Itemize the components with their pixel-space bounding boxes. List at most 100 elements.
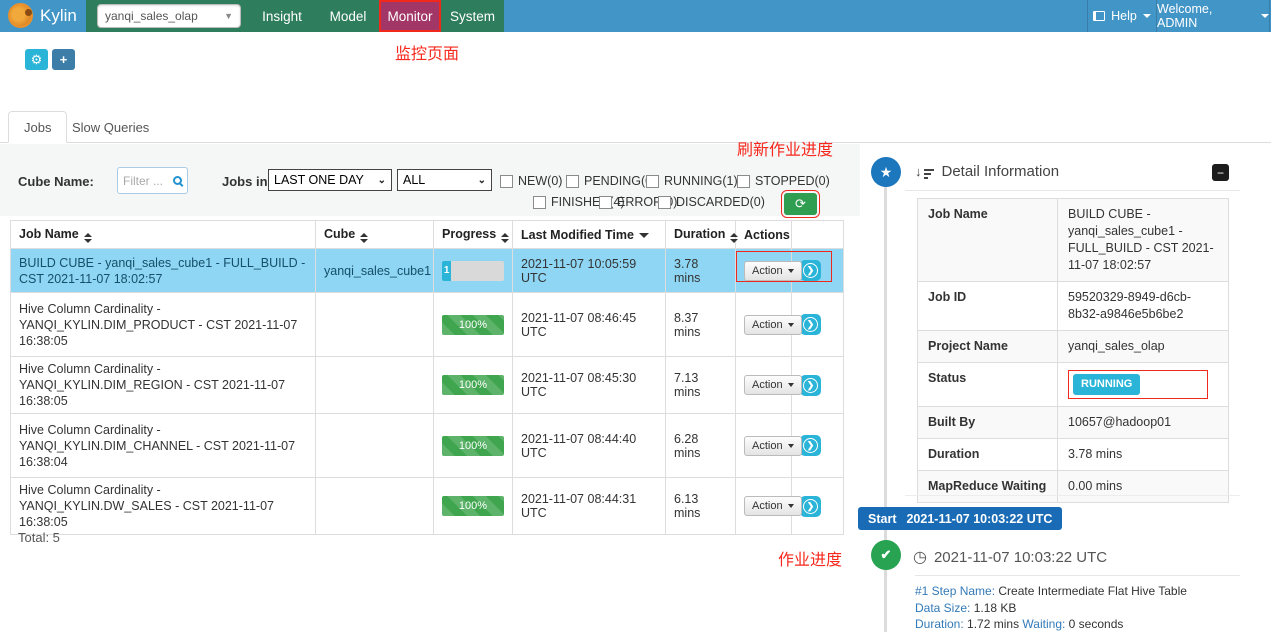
table-row[interactable]: Hive Column Cardinality - YANQI_KYLIN.DI… — [10, 356, 844, 414]
chevron-down-icon — [1261, 14, 1269, 18]
detail-row: Duration 3.78 mins — [917, 438, 1229, 471]
chevron-right-icon: ❯ — [803, 438, 818, 453]
minus-icon: − — [1216, 165, 1224, 180]
expand-job-button[interactable]: ❯ — [800, 314, 821, 335]
jobs-table: Job Name Cube Progress Last Modified Tim… — [10, 220, 844, 535]
job-name-cell: Hive Column Cardinality - YANQI_KYLIN.DI… — [10, 356, 316, 414]
last-modified-cell: 2021-11-07 10:05:59 UTC — [512, 248, 666, 293]
app-brand[interactable]: Kylin — [8, 3, 77, 28]
brand-name: Kylin — [40, 5, 77, 25]
action-dropdown-button[interactable]: Action — [744, 435, 802, 456]
data-size-label: Data Size: — [915, 600, 971, 615]
checkbox-box[interactable] — [646, 174, 659, 188]
timeline-step-node: ✔ — [871, 540, 901, 570]
add-button[interactable]: + — [52, 49, 75, 70]
col-header-progress[interactable]: Progress — [433, 220, 513, 249]
col-header-duration[interactable]: Duration — [665, 220, 739, 249]
start-time: 2021-11-07 10:03:22 UTC — [906, 511, 1053, 526]
detail-value: yanqi_sales_olap — [1057, 330, 1229, 363]
col-header-job-name[interactable]: Job Name — [10, 220, 316, 249]
expand-job-button[interactable]: ❯ — [800, 495, 821, 517]
checkbox-box[interactable] — [658, 195, 671, 209]
chevron-right-icon: ❯ — [803, 377, 818, 393]
data-size-value: 1.18 KB — [973, 600, 1017, 615]
help-menu[interactable]: Help — [1087, 0, 1156, 32]
expand-job-button[interactable]: ❯ — [800, 374, 821, 396]
checkbox-box[interactable] — [599, 195, 612, 209]
step-duration-value: 1.72 mins — [967, 617, 1020, 631]
detail-panel-title: Detail Information — [941, 163, 1060, 180]
progress-bar: 100% — [442, 496, 504, 516]
expand-job-button[interactable]: ❯ — [800, 260, 821, 281]
duration-cell: 6.13 mins — [665, 477, 736, 535]
sort-icon — [730, 232, 739, 243]
col-header-last-modified[interactable]: Last Modified Time — [512, 220, 666, 249]
table-row[interactable]: Hive Column Cardinality - YANQI_KYLIN.DI… — [10, 292, 844, 357]
start-label: Start — [868, 511, 897, 526]
nav-item-model[interactable]: Model — [317, 0, 379, 32]
action-dropdown-button[interactable]: Action — [744, 375, 802, 395]
sort-icon — [83, 232, 92, 243]
nav-item-insight[interactable]: Insight — [247, 0, 317, 32]
jobs-table-container: Job Name Cube Progress Last Modified Tim… — [10, 220, 844, 535]
checkbox-running[interactable]: RUNNING(1) — [646, 174, 738, 188]
settings-button[interactable]: ⚙ — [25, 49, 48, 70]
action-dropdown-button[interactable]: Action — [744, 260, 802, 281]
user-menu[interactable]: Welcome, ADMIN — [1156, 0, 1270, 32]
action-dropdown-button[interactable]: Action — [744, 314, 802, 335]
table-row[interactable]: Hive Column Cardinality - YANQI_KYLIN.DW… — [10, 477, 844, 535]
duration-line: Duration: 1.72 mins Waiting: 0 seconds — [915, 616, 1187, 632]
detail-row: MapReduce Waiting 0.00 mins — [917, 470, 1229, 503]
time-range-select[interactable]: LAST ONE DAY ⌄ — [268, 169, 392, 191]
step-details: #1 Step Name: Create Intermediate Flat H… — [915, 583, 1187, 632]
gears-icon: ⚙ — [30, 51, 43, 67]
status-select[interactable]: ALL ⌄ — [397, 169, 492, 191]
data-size-line: Data Size: 1.18 KB — [915, 600, 1187, 617]
book-icon — [1093, 11, 1106, 21]
chevron-right-icon: ❯ — [803, 498, 818, 514]
waiting-value: 0 seconds — [1068, 617, 1124, 631]
last-modified-cell: 2021-11-07 08:44:40 UTC — [512, 413, 666, 478]
job-name-cell: Hive Column Cardinality - YANQI_KYLIN.DI… — [10, 413, 316, 478]
checkbox-box[interactable] — [566, 174, 579, 188]
cube-filter-input[interactable]: Filter ... — [117, 167, 188, 194]
tab-slow-queries[interactable]: Slow Queries — [57, 111, 164, 143]
chevron-down-icon: ⌄ — [377, 174, 386, 186]
chevron-down-icon — [787, 504, 794, 508]
checkbox-new[interactable]: NEW(0) — [500, 174, 562, 188]
progress-bar: 1 — [442, 260, 504, 281]
nav-item-monitor[interactable]: Monitor — [379, 0, 441, 32]
actions-cell: Action — [735, 248, 802, 293]
divider — [905, 190, 1240, 191]
checkbox-box[interactable] — [737, 174, 750, 188]
checkbox-label: STOPPED(0) — [755, 174, 830, 188]
status-select-value: ALL — [403, 173, 426, 187]
project-select[interactable]: yanqi_sales_olap ▼ — [97, 4, 241, 28]
kylin-logo-icon — [8, 3, 33, 28]
chevron-right-icon: ❯ — [803, 317, 818, 332]
progress-bar: 100% — [442, 314, 504, 335]
checkbox-discarded[interactable]: DISCARDED(0) — [658, 195, 765, 209]
detail-value: 0.00 mins — [1057, 470, 1229, 503]
detail-label: Status — [917, 362, 1058, 407]
progress-cell: 100% — [433, 477, 513, 535]
divider — [915, 575, 1240, 576]
top-navbar: Kylin yanqi_sales_olap ▼ Insight Model Mon… — [0, 0, 1271, 32]
checkbox-pending[interactable]: PENDING(0) — [566, 174, 656, 188]
refresh-jobs-button[interactable]: ⟳ — [781, 190, 820, 218]
checkbox-stopped[interactable]: STOPPED(0) — [737, 174, 830, 188]
detail-panel-header: ↓ Detail Information — [915, 163, 1059, 180]
chevron-down-icon — [787, 322, 794, 327]
col-header-cube[interactable]: Cube — [315, 220, 434, 249]
checkbox-box[interactable] — [533, 195, 546, 209]
checkbox-box[interactable] — [500, 174, 513, 188]
actions-cell: Action — [735, 356, 802, 414]
expand-job-button[interactable]: ❯ — [800, 435, 821, 456]
table-row[interactable]: BUILD CUBE - yanqi_sales_cube1 - FULL_BU… — [10, 248, 844, 293]
action-dropdown-button[interactable]: Action — [744, 496, 802, 516]
table-row[interactable]: Hive Column Cardinality - YANQI_KYLIN.DI… — [10, 413, 844, 478]
nav-item-system[interactable]: System — [441, 0, 504, 32]
collapse-panel-button[interactable]: − — [1212, 164, 1229, 181]
cube-cell — [315, 413, 434, 478]
detail-value: RUNNING — [1057, 362, 1229, 407]
